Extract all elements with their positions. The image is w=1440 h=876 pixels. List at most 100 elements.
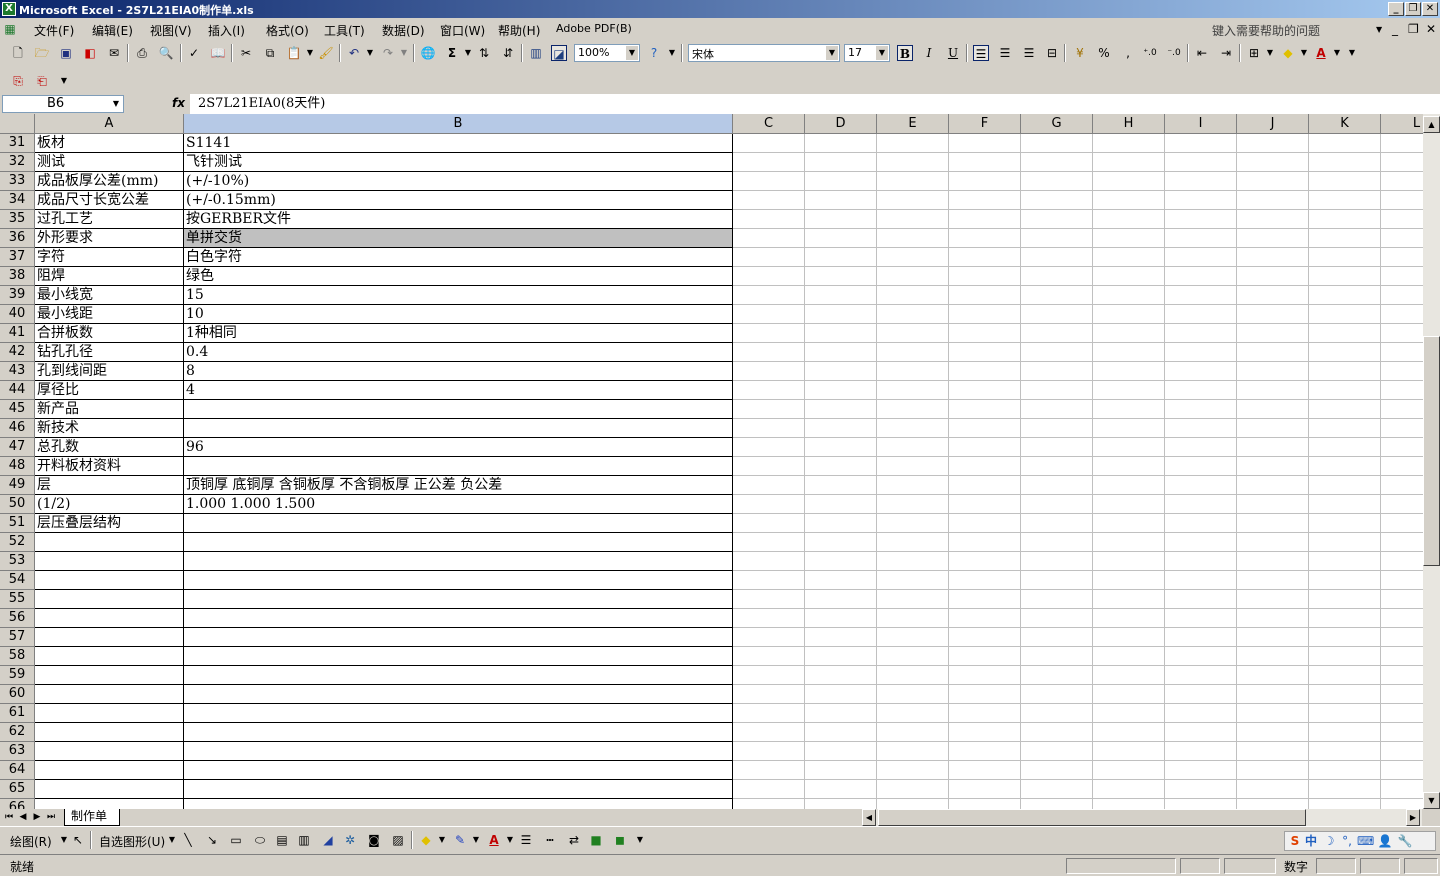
cell-empty[interactable] xyxy=(733,761,805,780)
name-box-dropdown-icon[interactable]: ▼ xyxy=(110,97,122,111)
cell-empty[interactable] xyxy=(805,495,877,514)
cell-empty[interactable] xyxy=(1165,685,1237,704)
cell-empty[interactable] xyxy=(1381,438,1423,457)
cell-empty[interactable] xyxy=(949,780,1021,799)
cell-empty[interactable] xyxy=(1021,476,1093,495)
ime-keyboard-icon[interactable]: ⌨ xyxy=(1357,833,1374,849)
cell-b[interactable] xyxy=(184,723,733,742)
cell-empty[interactable] xyxy=(733,172,805,191)
cell-empty[interactable] xyxy=(1237,780,1309,799)
cell-empty[interactable] xyxy=(1309,685,1381,704)
cell-a[interactable]: 板材 xyxy=(35,134,184,153)
cell-empty[interactable] xyxy=(1309,514,1381,533)
prev-sheet-icon[interactable]: ◀ xyxy=(16,810,30,825)
cell-empty[interactable] xyxy=(1237,172,1309,191)
cell-empty[interactable] xyxy=(1021,590,1093,609)
cell-empty[interactable] xyxy=(1381,381,1423,400)
cell-empty[interactable] xyxy=(1093,153,1165,172)
cell-empty[interactable] xyxy=(1165,666,1237,685)
cell-empty[interactable] xyxy=(733,552,805,571)
cell-empty[interactable] xyxy=(1237,210,1309,229)
cell-b[interactable]: 飞针测试 xyxy=(184,153,733,172)
email-icon[interactable]: ✉ xyxy=(106,45,122,61)
cell-empty[interactable] xyxy=(1021,552,1093,571)
cell-empty[interactable] xyxy=(1381,666,1423,685)
cell-empty[interactable] xyxy=(1093,780,1165,799)
row-header[interactable]: 31 xyxy=(0,134,35,153)
cell-empty[interactable] xyxy=(1309,191,1381,210)
shape-fill-icon[interactable]: ◆ xyxy=(418,832,434,848)
column-header-d[interactable]: D xyxy=(805,114,877,134)
cell-empty[interactable] xyxy=(1237,514,1309,533)
cell-a[interactable]: 开料板材资料 xyxy=(35,457,184,476)
horizontal-scroll-thumb[interactable] xyxy=(878,809,1306,826)
cell-empty[interactable] xyxy=(1165,495,1237,514)
cell-empty[interactable] xyxy=(1237,742,1309,761)
sheet-tab[interactable]: 制作单 xyxy=(64,809,120,826)
cell-empty[interactable] xyxy=(949,286,1021,305)
scroll-right-icon[interactable]: ▶ xyxy=(1406,809,1420,826)
cell-empty[interactable] xyxy=(1093,799,1165,809)
cell-empty[interactable] xyxy=(949,153,1021,172)
draw-font-color-dropdown-icon[interactable]: ▼ xyxy=(502,832,518,848)
line-color-icon[interactable]: ✎ xyxy=(452,832,468,848)
cell-empty[interactable] xyxy=(805,704,877,723)
cell-empty[interactable] xyxy=(877,666,949,685)
cell-empty[interactable] xyxy=(733,571,805,590)
cell-empty[interactable] xyxy=(1165,799,1237,809)
cell-empty[interactable] xyxy=(949,324,1021,343)
row-header[interactable]: 53 xyxy=(0,552,35,571)
cell-empty[interactable] xyxy=(1021,533,1093,552)
align-left-icon[interactable]: ☰ xyxy=(973,45,989,61)
cell-empty[interactable] xyxy=(1237,571,1309,590)
align-center-icon[interactable]: ☰ xyxy=(997,45,1013,61)
row-header[interactable]: 61 xyxy=(0,704,35,723)
cell-empty[interactable] xyxy=(1021,495,1093,514)
cell-empty[interactable] xyxy=(877,590,949,609)
column-header-g[interactable]: G xyxy=(1021,114,1093,134)
cell-empty[interactable] xyxy=(1165,742,1237,761)
cell-empty[interactable] xyxy=(805,419,877,438)
cell-empty[interactable] xyxy=(1093,514,1165,533)
font-size-dropdown-icon[interactable]: ▼ xyxy=(876,46,888,60)
cell-empty[interactable] xyxy=(877,514,949,533)
cell-empty[interactable] xyxy=(1309,457,1381,476)
align-right-icon[interactable]: ☰ xyxy=(1021,45,1037,61)
cell-a[interactable] xyxy=(35,723,184,742)
cell-empty[interactable] xyxy=(805,343,877,362)
cell-empty[interactable] xyxy=(733,514,805,533)
increase-indent-icon[interactable]: ⇥ xyxy=(1218,45,1234,61)
cell-b[interactable]: 绿色 xyxy=(184,267,733,286)
menu-file[interactable]: 文件(F) xyxy=(34,22,74,39)
cell-empty[interactable] xyxy=(949,400,1021,419)
menu-edit[interactable]: 编辑(E) xyxy=(92,22,133,39)
cell-empty[interactable] xyxy=(1309,381,1381,400)
cell-empty[interactable] xyxy=(1309,666,1381,685)
cell-empty[interactable] xyxy=(1309,267,1381,286)
cell-b[interactable] xyxy=(184,685,733,704)
cell-empty[interactable] xyxy=(877,134,949,153)
doc-close-button[interactable]: ✕ xyxy=(1426,22,1436,36)
cell-a[interactable] xyxy=(35,666,184,685)
currency-icon[interactable]: ¥ xyxy=(1072,45,1088,61)
cell-empty[interactable] xyxy=(805,571,877,590)
cell-empty[interactable] xyxy=(805,685,877,704)
decrease-indent-icon[interactable]: ⇤ xyxy=(1194,45,1210,61)
cell-b[interactable] xyxy=(184,666,733,685)
row-header[interactable]: 46 xyxy=(0,419,35,438)
cell-empty[interactable] xyxy=(1093,685,1165,704)
cell-b[interactable]: 0.4 xyxy=(184,343,733,362)
cell-empty[interactable] xyxy=(1165,514,1237,533)
cell-a[interactable]: 新产品 xyxy=(35,400,184,419)
cell-empty[interactable] xyxy=(1165,153,1237,172)
cell-empty[interactable] xyxy=(1309,552,1381,571)
3d-style-icon[interactable]: ◼ xyxy=(612,832,628,848)
cell-empty[interactable] xyxy=(1309,400,1381,419)
row-header[interactable]: 41 xyxy=(0,324,35,343)
cell-b[interactable] xyxy=(184,400,733,419)
cell-b[interactable] xyxy=(184,514,733,533)
cell-empty[interactable] xyxy=(1165,780,1237,799)
cell-empty[interactable] xyxy=(1093,343,1165,362)
cell-empty[interactable] xyxy=(1381,343,1423,362)
cell-empty[interactable] xyxy=(733,476,805,495)
